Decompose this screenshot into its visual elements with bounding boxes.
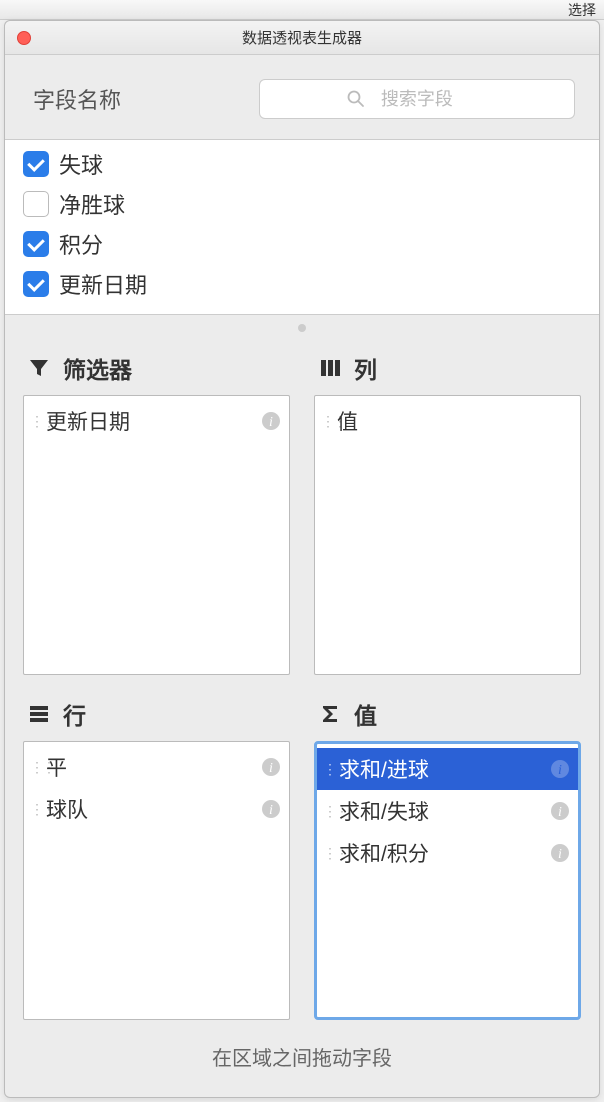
zone-item-label: 求和/积分	[339, 838, 544, 868]
rows-zone: 行 ⋮⋮平i⋮⋮球队i	[23, 691, 290, 1021]
zone-item-label: 平	[46, 752, 255, 782]
filter-drop-box[interactable]: ⋮⋮ 更新日期 i	[23, 395, 290, 675]
drop-zones: 筛选器 ⋮⋮ 更新日期 i 列 ⋮⋮ 值	[5, 345, 599, 1020]
filter-zone: 筛选器 ⋮⋮ 更新日期 i	[23, 345, 290, 675]
field-checkbox[interactable]	[23, 191, 49, 217]
columns-zone-title: 列	[354, 351, 377, 385]
drag-grip-icon[interactable]: ⋮⋮	[321, 414, 331, 428]
field-item[interactable]: 失球	[5, 144, 599, 184]
zone-item[interactable]: ⋮⋮ 值	[315, 400, 580, 442]
field-checkbox[interactable]	[23, 151, 49, 177]
zone-item[interactable]: ⋮⋮ 求和/积分 i	[317, 832, 578, 874]
zone-item[interactable]: ⋮⋮ 球队 i	[24, 788, 289, 830]
sigma-icon	[318, 702, 342, 726]
info-icon[interactable]: i	[261, 757, 281, 777]
columns-zone-header: 列	[314, 345, 581, 395]
field-label: 失球	[59, 148, 103, 180]
drag-grip-icon[interactable]: ⋮⋮	[30, 760, 40, 774]
zone-item-label: 求和/进球	[339, 754, 544, 784]
field-item[interactable]: 更新日期	[5, 264, 599, 304]
field-item[interactable]: 积分	[5, 224, 599, 264]
drag-grip-icon[interactable]: ⋮⋮	[323, 804, 333, 818]
field-label: 净胜球	[59, 188, 125, 220]
values-zone-title: 值	[354, 697, 377, 731]
zone-item-label: 更新日期	[46, 406, 255, 436]
app-toolbar: 选择	[0, 0, 604, 20]
drag-grip-icon[interactable]: ⋮⋮	[323, 846, 333, 860]
field-label: 积分	[59, 228, 103, 260]
zone-item-label: 球队	[46, 794, 255, 824]
svg-text:i: i	[269, 803, 273, 818]
info-icon[interactable]: i	[550, 843, 570, 863]
rows-zone-title: 行	[63, 697, 86, 731]
rows-drop-box[interactable]: ⋮⋮平i⋮⋮球队i	[23, 741, 290, 1021]
filter-zone-header: 筛选器	[23, 345, 290, 395]
info-icon[interactable]: i	[550, 759, 570, 779]
section-divider-dot	[5, 315, 599, 345]
drag-grip-icon[interactable]: ⋮⋮	[30, 414, 40, 428]
zone-item[interactable]: ⋮⋮ 求和/进球 i	[317, 748, 578, 790]
field-checkbox[interactable]	[23, 231, 49, 257]
search-wrap	[259, 79, 575, 119]
zone-item-label: 值	[337, 406, 572, 436]
zone-item[interactable]: ⋮⋮ 平i	[24, 746, 289, 788]
fields-heading: 字段名称	[33, 83, 259, 115]
drag-grip-icon[interactable]: ⋮⋮	[323, 762, 333, 776]
svg-text:i: i	[269, 415, 273, 430]
pivot-builder-window: 数据透视表生成器 字段名称 失球净胜球积分更新日期 筛选器 ⋮⋮ 更新日期 i	[4, 20, 600, 1098]
field-item[interactable]: 净胜球	[5, 184, 599, 224]
zone-item-label: 求和/失球	[339, 796, 544, 826]
zone-item[interactable]: ⋮⋮ 求和/失球 i	[317, 790, 578, 832]
svg-text:i: i	[558, 847, 562, 862]
columns-zone: 列 ⋮⋮ 值	[314, 345, 581, 675]
search-input[interactable]	[259, 79, 575, 119]
svg-text:i: i	[269, 761, 273, 776]
field-list: 失球净胜球积分更新日期	[5, 139, 599, 315]
window-title: 数据透视表生成器	[5, 27, 599, 48]
footer-hint: 在区域之间拖动字段	[5, 1020, 599, 1097]
columns-drop-box[interactable]: ⋮⋮ 值	[314, 395, 581, 675]
svg-text:i: i	[558, 805, 562, 820]
field-checkbox[interactable]	[23, 271, 49, 297]
header-row: 字段名称	[5, 55, 599, 139]
rows-zone-header: 行	[23, 691, 290, 741]
filter-icon	[27, 356, 51, 380]
values-zone-header: 值	[314, 691, 581, 741]
info-icon[interactable]: i	[261, 799, 281, 819]
info-icon[interactable]: i	[261, 411, 281, 431]
values-drop-box[interactable]: ⋮⋮ 求和/进球 i ⋮⋮ 求和/失球 i ⋮⋮ 求和/积分 i	[314, 741, 581, 1021]
values-zone: 值 ⋮⋮ 求和/进球 i ⋮⋮ 求和/失球 i ⋮⋮ 求和/积分 i	[314, 691, 581, 1021]
columns-icon	[318, 356, 342, 380]
info-icon[interactable]: i	[550, 801, 570, 821]
svg-text:i: i	[558, 763, 562, 778]
rows-icon	[27, 702, 51, 726]
filter-zone-title: 筛选器	[63, 351, 132, 385]
titlebar: 数据透视表生成器	[5, 21, 599, 55]
field-label: 更新日期	[59, 268, 147, 300]
zone-item[interactable]: ⋮⋮ 更新日期 i	[24, 400, 289, 442]
drag-grip-icon[interactable]: ⋮⋮	[30, 802, 40, 816]
toolbar-right-label: 选择	[568, 0, 596, 20]
